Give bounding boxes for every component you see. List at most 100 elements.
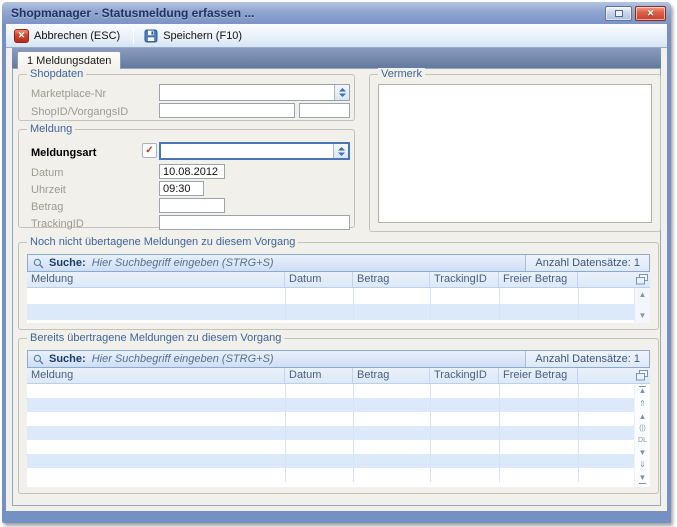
transferred-column-headers: Meldung Datum Betrag TrackingID Freier B… — [27, 368, 650, 384]
grid-nav-page-up-icon[interactable]: ⇑ — [639, 400, 646, 409]
uhrzeit-label: Uhrzeit — [31, 184, 66, 196]
pending-search-bar[interactable]: Suche: Hier Suchbegriff eingeben (STRG+S… — [27, 254, 650, 272]
vorgangsid-input[interactable] — [299, 103, 350, 118]
column-header-trackingid[interactable]: TrackingID — [430, 272, 499, 287]
meldungsart-dropdown-icon[interactable] — [333, 144, 348, 158]
cancel-icon: ✕ — [14, 29, 29, 43]
shopid-label: ShopID/VorgangsID — [31, 106, 128, 118]
column-header-extra — [578, 272, 650, 287]
group-transferred-meldungen: Bereits übertragene Meldungen zu diesem … — [18, 338, 659, 494]
betrag-label: Betrag — [31, 201, 63, 213]
group-shopdaten: Shopdaten Marketplace-Nr ShopID/Vorgangs… — [18, 74, 355, 121]
tab-control: 1 Meldungsdaten Shopdaten Marketplace-Nr — [6, 48, 667, 511]
column-header-betrag[interactable]: Betrag — [353, 272, 430, 287]
trackingid-input[interactable] — [159, 215, 350, 230]
search-icon — [33, 354, 44, 365]
meldungsart-combobox[interactable] — [159, 142, 350, 160]
grid-nav-row-up-icon[interactable]: ▲ — [639, 413, 647, 422]
column-header-datum[interactable]: Datum — [285, 368, 353, 383]
pending-grid-body: ▲ ▼ — [27, 288, 650, 323]
pending-scrollbar[interactable]: ▲ ▼ — [634, 288, 650, 323]
betrag-input[interactable] — [159, 198, 225, 213]
table-row[interactable] — [27, 440, 634, 454]
cancel-label: Abbrechen (ESC) — [34, 30, 120, 42]
pending-record-count: Anzahl Datensätze: 1 — [525, 255, 649, 271]
group-pending-legend: Noch nicht übertagene Meldungen zu diese… — [27, 236, 298, 249]
table-row[interactable] — [27, 384, 634, 398]
column-header-trackingid[interactable]: TrackingID — [430, 368, 499, 383]
window-body: ✕ Abbrechen (ESC) Speichern (F10) — [6, 24, 667, 511]
tab-meldungsdaten[interactable]: 1 Meldungsdaten — [17, 51, 121, 69]
table-row[interactable] — [27, 454, 634, 468]
column-chooser-icon[interactable] — [636, 274, 648, 285]
table-row[interactable] — [27, 426, 634, 440]
group-vermerk-legend: Vermerk — [378, 68, 425, 81]
column-header-extra — [578, 368, 650, 383]
app-window: Shopmanager - Statusmeldung erfassen ...… — [2, 2, 671, 523]
column-chooser-icon[interactable] — [636, 370, 648, 381]
marketplace-label: Marketplace-Nr — [31, 88, 106, 100]
transferred-record-count: Anzahl Datensätze: 1 — [525, 351, 649, 367]
transferred-grid-body: ▲ ⇑ ▲ (|) DL ▼ ⇓ ▼ — [27, 384, 650, 487]
meldungsart-label: Meldungsart — [31, 147, 96, 159]
transferred-navigator[interactable]: ▲ ⇑ ▲ (|) DL ▼ ⇓ ▼ — [634, 384, 650, 487]
table-row[interactable] — [27, 412, 634, 426]
close-button[interactable]: ✕ — [635, 6, 666, 21]
grid-nav-delete-icon[interactable]: DL — [638, 437, 647, 445]
pending-search-input[interactable]: Hier Suchbegriff eingeben (STRG+S) — [92, 257, 526, 269]
grid-nav-first-icon[interactable]: ▲ — [639, 386, 647, 396]
vermerk-textarea[interactable] — [378, 84, 652, 223]
column-header-betrag[interactable]: Betrag — [353, 368, 430, 383]
tab-page: Shopdaten Marketplace-Nr ShopID/Vorgangs… — [12, 68, 661, 506]
save-label: Speichern (F10) — [163, 30, 242, 42]
save-icon — [144, 29, 158, 43]
column-header-freier-betrag[interactable]: Freier Betrag — [499, 272, 578, 287]
pending-grid-rows — [27, 288, 634, 323]
group-meldung-legend: Meldung — [27, 123, 75, 136]
search-icon — [33, 258, 44, 269]
grid-nav-page-down-icon[interactable]: ⇓ — [639, 461, 646, 470]
column-header-freier-betrag[interactable]: Freier Betrag — [499, 368, 578, 383]
group-meldung: Meldung Meldungsart ✓ Datum Uhrzeit — [18, 129, 355, 228]
grid-nav-position-icon[interactable]: (|) — [639, 425, 645, 433]
save-button[interactable]: Speichern (F10) — [140, 27, 249, 45]
datum-label: Datum — [31, 167, 63, 179]
shopid-input[interactable] — [159, 103, 295, 118]
marketplace-dropdown-icon[interactable] — [334, 85, 349, 100]
maximize-icon — [615, 10, 623, 17]
transferred-search-label: Suche: — [49, 353, 86, 365]
group-vermerk: Vermerk — [369, 74, 661, 232]
group-transferred-legend: Bereits übertragene Meldungen zu diesem … — [27, 332, 284, 345]
datum-input[interactable] — [159, 164, 225, 179]
pending-column-headers: Meldung Datum Betrag TrackingID Freier B… — [27, 272, 650, 288]
transferred-search-bar[interactable]: Suche: Hier Suchbegriff eingeben (STRG+S… — [27, 350, 650, 368]
scroll-up-icon[interactable]: ▲ — [639, 290, 647, 299]
table-row[interactable] — [27, 304, 634, 320]
maximize-button[interactable] — [605, 6, 632, 21]
window-title: Shopmanager - Statusmeldung erfassen ... — [11, 6, 254, 20]
transferred-grid-rows — [27, 384, 634, 487]
table-row[interactable] — [27, 468, 634, 482]
toolbar: ✕ Abbrechen (ESC) Speichern (F10) — [6, 24, 667, 48]
transferred-search-input[interactable]: Hier Suchbegriff eingeben (STRG+S) — [92, 353, 526, 365]
grid-nav-last-icon[interactable]: ▼ — [639, 474, 647, 484]
screen: Shopmanager - Statusmeldung erfassen ...… — [0, 0, 677, 527]
marketplace-combobox[interactable] — [159, 84, 350, 101]
uhrzeit-input[interactable] — [159, 181, 204, 196]
group-shopdaten-legend: Shopdaten — [27, 68, 86, 81]
scroll-down-icon[interactable]: ▼ — [639, 311, 647, 320]
table-row[interactable] — [27, 398, 634, 412]
required-check-icon[interactable]: ✓ — [142, 143, 157, 158]
table-row[interactable] — [27, 288, 634, 304]
pending-search-label: Suche: — [49, 257, 86, 269]
cancel-button[interactable]: ✕ Abbrechen (ESC) — [10, 27, 127, 45]
column-header-datum[interactable]: Datum — [285, 272, 353, 287]
tab-label: 1 Meldungsdaten — [27, 55, 111, 67]
window-controls: ✕ — [605, 6, 666, 21]
trackingid-label: TrackingID — [31, 218, 84, 230]
close-icon: ✕ — [647, 9, 655, 18]
column-header-meldung[interactable]: Meldung — [27, 272, 285, 287]
grid-nav-row-down-icon[interactable]: ▼ — [639, 449, 647, 458]
column-header-meldung[interactable]: Meldung — [27, 368, 285, 383]
title-bar[interactable]: Shopmanager - Statusmeldung erfassen ...… — [2, 2, 671, 24]
